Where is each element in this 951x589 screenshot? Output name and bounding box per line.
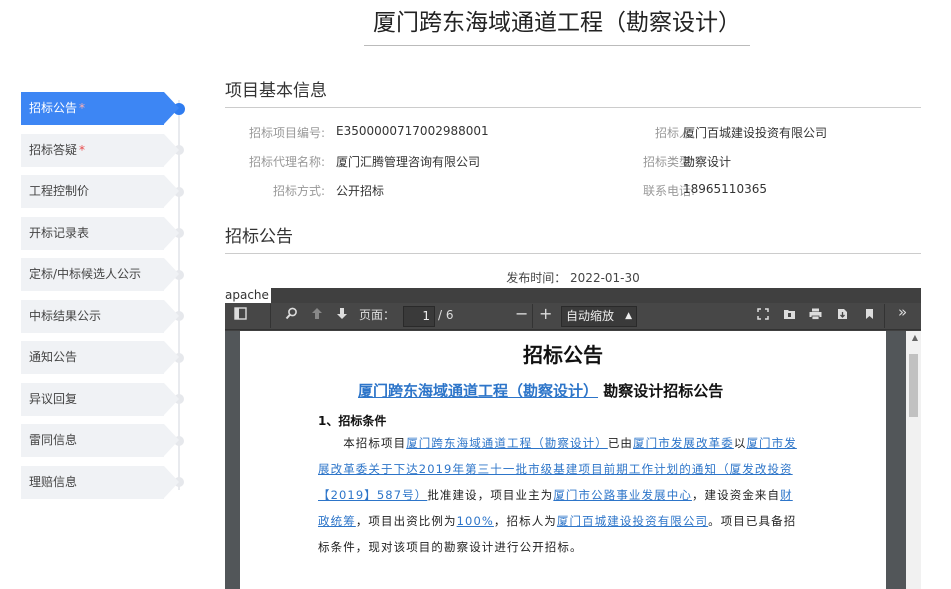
sidebar-item-label: 工程控制价 [29,184,90,198]
sidebar-item-label: 招标公告 [29,101,78,115]
more-tools-icon[interactable]: » [898,304,907,321]
doc-paragraph: 本招标项目厦门跨东海域通道工程（勘察设计）已由厦门市发展改革委以厦门市发展改革委… [318,430,804,560]
agency-label: 招标代理名称: [248,155,325,169]
pdf-page: 招标公告 厦门跨东海域通道工程（勘察设计） 勘察设计招标公告 1、招标条件 本招… [240,331,886,589]
required-marker: * [79,101,86,115]
zoom-in-icon[interactable]: + [539,305,552,322]
pdf-document-area[interactable]: 招标公告 厦门跨东海域通道工程（勘察设计） 勘察设计招标公告 1、招标条件 本招… [225,331,906,589]
doc-text: 本招标项目 [343,436,407,450]
tenderer-value: 厦门百城建设投资有限公司 [683,126,828,140]
agency-value: 厦门汇腾管理咨询有限公司 [336,155,481,169]
download-icon[interactable] [837,308,848,325]
publish-time: 发布时间： 2022-01-30 [506,271,640,285]
sidebar-item-label: 异议回复 [29,391,78,406]
pdf-viewer: apache 页面： 1 / 6 − + 自动缩放 ▲ » 招标公告 厦门跨东海… [225,288,921,589]
toolbar-separator [532,304,533,328]
required-marker: * [79,142,86,157]
phone-value: 18965110365 [683,182,767,196]
apache-label: apache [225,288,271,303]
sidebar-nav: 招标公告 * 招标答疑 * 工程控制价 开标记录表 定标/中标候选人公示 中标结果公示 通知公告… [21,92,191,507]
basic-info-title: 项目基本信息 [225,76,921,108]
toolbar-separator [884,304,885,328]
print-icon[interactable] [809,308,822,325]
sidebar-item-6[interactable]: 通知公告 [21,341,179,374]
toolbar-separator [270,304,271,328]
sidebar-toggle-icon[interactable] [234,307,247,325]
doc-title: 招标公告 [523,343,603,367]
sidebar-item-1[interactable]: 招标答疑 * [21,133,179,167]
sidebar-item-label: 定标/中标候选人公示 [29,267,142,281]
sidebar-item-label: 中标结果公示 [29,308,102,323]
page-label: 页面： [359,308,396,322]
sidebar-item-5[interactable]: 中标结果公示 [21,299,179,333]
prev-page-icon[interactable] [311,307,323,325]
doc-text: 批准建设，项目业主为 [427,488,554,502]
page-title: 厦门跨东海域通道工程（勘察设计） [364,6,750,46]
bookmark-icon[interactable] [865,308,874,325]
tenderer-label: 招标人: [654,126,695,140]
sidebar-item-3[interactable]: 开标记录表 [21,216,179,250]
presentation-icon[interactable] [757,308,769,325]
doc-text: 已由 [607,436,634,450]
doc-heading: 1、招标条件 [318,414,387,428]
sidebar-item-label: 招标答疑 [29,142,78,157]
doc-link-owner[interactable]: 厦门市公路事业发展中心 [553,488,692,502]
sidebar-item-label: 开标记录表 [29,225,90,240]
sidebar-item-label: 理赔信息 [29,474,78,489]
type-label: 招标类型: [642,155,695,169]
sidebar-item-0[interactable]: 招标公告 * [21,92,179,125]
sidebar-item-8[interactable]: 雷同信息 [21,424,179,457]
method-value: 公开招标 [336,184,385,198]
sidebar-item-label: 通知公告 [29,350,78,364]
sidebar-item-4[interactable]: 定标/中标候选人公示 [21,258,179,291]
scroll-up-icon[interactable]: ▲ [912,333,918,342]
zoom-select-value: 自动缩放 [566,309,615,323]
sidebar-item-9[interactable]: 理赔信息 [21,465,179,499]
zoom-out-icon[interactable]: − [515,305,528,322]
sidebar-item-7[interactable]: 异议回复 [21,382,179,416]
type-value: 勘察设计 [683,155,732,169]
doc-link-tenderer[interactable]: 厦门百城建设投资有限公司 [557,514,708,528]
page-number-input[interactable]: 1 [403,306,435,327]
sidebar-item-label: 雷同信息 [29,433,78,447]
notice-title: 招标公告 [225,222,921,254]
open-file-icon[interactable] [783,308,796,325]
search-icon[interactable] [285,307,298,325]
doc-subtitle-rest: 勘察设计招标公告 [603,382,724,400]
doc-link-approver[interactable]: 厦门市发展改革委 [633,436,734,450]
doc-text: ，项目出资比例为 [355,514,457,528]
scrollbar-thumb[interactable] [909,354,918,417]
doc-subtitle: 厦门跨东海域通道工程（勘察设计） 勘察设计招标公告 [358,380,723,401]
next-page-icon[interactable] [336,307,348,325]
doc-link-project[interactable]: 厦门跨东海域通道工程（勘察设计） [406,436,608,450]
method-label: 招标方式: [272,184,325,198]
phone-label: 联系电话: [642,184,695,198]
doc-subtitle-link[interactable]: 厦门跨东海域通道工程（勘察设计） [358,382,598,400]
page-total: / 6 [438,308,454,322]
project-no-label: 招标项目编号: [248,126,325,140]
chevron-down-icon: ▲ [625,311,632,321]
sidebar-item-2[interactable]: 工程控制价 [21,175,179,208]
doc-link-ratio[interactable]: 100% [457,514,494,528]
doc-text: ，招标人为 [493,514,557,528]
project-no-value: E3500000717002988001 [336,124,489,138]
doc-text: 以 [733,436,747,450]
zoom-select[interactable]: 自动缩放 ▲ [561,306,637,327]
doc-text: ，建设资金来自 [691,488,781,502]
